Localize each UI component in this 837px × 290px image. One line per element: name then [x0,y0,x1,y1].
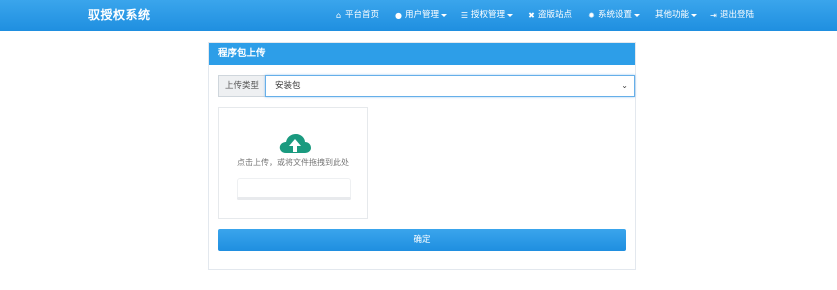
logout-icon: ⇥ [710,11,717,20]
upload-type-value: 安装包 [275,81,301,91]
brand-title[interactable]: 驭授权系统 [88,0,151,31]
nav-item-piracy[interactable]: ✖ 盗版站点 [527,0,572,31]
chevron-down-icon: ⌄ [621,81,628,90]
nav-item-other[interactable]: 其他功能 [655,0,698,31]
caret-down-icon [691,14,698,17]
upload-type-select[interactable]: 安装包 ⌄ [265,75,635,97]
caret-down-icon [441,14,448,17]
nav-item-home[interactable]: ⌂ 平台首页 [334,0,379,31]
caret-down-icon [507,14,514,17]
home-icon: ⌂ [335,11,342,20]
nav-item-logout[interactable]: ⇥ 退出登陆 [709,0,754,31]
confirm-button[interactable]: 确定 [218,229,626,251]
caret-down-icon [634,14,641,17]
cloud-upload-icon [279,134,311,153]
close-icon: ✖ [528,11,535,20]
nav-item-license[interactable]: ☰ 授权管理 [460,0,514,31]
user-icon: ● [395,11,402,20]
gear-icon: ✹ [588,11,595,20]
file-dropzone[interactable]: 点击上传，或将文件拖拽到此处 [218,107,368,219]
nav-item-users[interactable]: ● 用户管理 [394,0,448,31]
panel-title: 程序包上传 [209,43,635,65]
upload-type-row: 上传类型 安装包 ⌄ [218,75,635,97]
upload-hint: 点击上传，或将文件拖拽到此处 [237,158,349,167]
list-icon: ☰ [460,11,469,20]
upload-panel: 程序包上传 上传类型 安装包 ⌄ 点击上传，或将文件拖拽到此处 确定 [208,42,636,270]
top-navbar: 驭授权系统 ⌂ 平台首页 ● 用户管理 ☰ 授权管理 ✖ 盗版站点 ✹ 系统设置 其他功能… [0,0,837,31]
nav-item-settings[interactable]: ✹ 系统设置 [587,0,641,31]
upload-type-label: 上传类型 [218,75,266,97]
upload-progress-bar [237,197,351,200]
